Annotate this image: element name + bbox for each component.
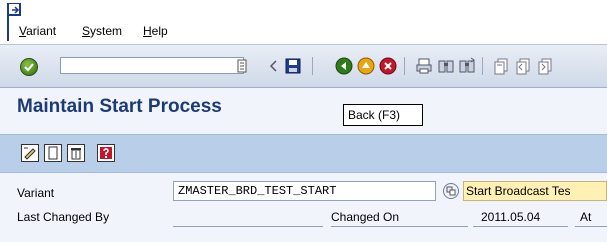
- toolbar-separator: [482, 57, 483, 75]
- edit-icon[interactable]: [21, 144, 39, 162]
- menu-item-system-rest: ystem: [90, 24, 123, 38]
- application-toolbar: [0, 134, 607, 173]
- exit-icon[interactable]: [357, 57, 375, 75]
- print-icon[interactable]: [415, 57, 433, 75]
- help-icon[interactable]: [97, 144, 115, 162]
- changed-on-label-line: [331, 226, 468, 227]
- create-icon[interactable]: [44, 144, 62, 162]
- delete-icon[interactable]: [67, 144, 85, 162]
- standard-toolbar: [0, 44, 607, 88]
- menu-item-variant[interactable]: Variant: [19, 24, 56, 38]
- toolbar-separator: [404, 57, 405, 75]
- system-menu-icon[interactable]: [8, 3, 22, 17]
- at-label: At: [580, 210, 592, 224]
- next-page-icon[interactable]: [536, 57, 554, 75]
- cancel-icon[interactable]: [379, 57, 397, 75]
- command-field[interactable]: [60, 57, 244, 74]
- page-title: Maintain Start Process: [17, 96, 222, 117]
- menu-item-help-rest: elp: [151, 24, 168, 38]
- at-label-line: [575, 226, 607, 227]
- save-icon[interactable]: [284, 57, 302, 75]
- back-icon[interactable]: [335, 57, 353, 75]
- menu-item-variant-rest: ariant: [26, 24, 57, 38]
- changed-on-label: Changed On: [331, 210, 400, 224]
- selection-form: Variant ZMASTER_BRD_TEST_START Start Bro…: [0, 172, 607, 242]
- menu-item-system[interactable]: System: [82, 24, 122, 38]
- menu-bar: Variant System Help: [0, 0, 607, 44]
- variant-input[interactable]: ZMASTER_BRD_TEST_START: [173, 181, 436, 201]
- command-history-icon[interactable]: [236, 59, 248, 73]
- last-changed-by-field-line: [173, 226, 323, 227]
- variant-label: Variant: [17, 186, 55, 200]
- changed-on-value: 2011.05.04: [481, 210, 541, 224]
- variant-description: Start Broadcast Tes: [463, 181, 607, 201]
- value-help-icon[interactable]: [443, 183, 459, 199]
- find-icon[interactable]: [437, 57, 455, 75]
- back-tooltip: Back (F3): [343, 104, 423, 126]
- previous-page-icon[interactable]: [514, 57, 532, 75]
- menu-item-help[interactable]: Help: [143, 24, 168, 38]
- toolbar-separator: [312, 57, 313, 75]
- last-changed-by-label: Last Changed By: [17, 210, 110, 224]
- find-next-icon[interactable]: [458, 57, 476, 75]
- first-page-icon[interactable]: [492, 57, 510, 75]
- enter-check-icon[interactable]: [20, 58, 38, 76]
- changed-on-field-line: [473, 226, 568, 227]
- arrow-left-icon[interactable]: [265, 57, 283, 75]
